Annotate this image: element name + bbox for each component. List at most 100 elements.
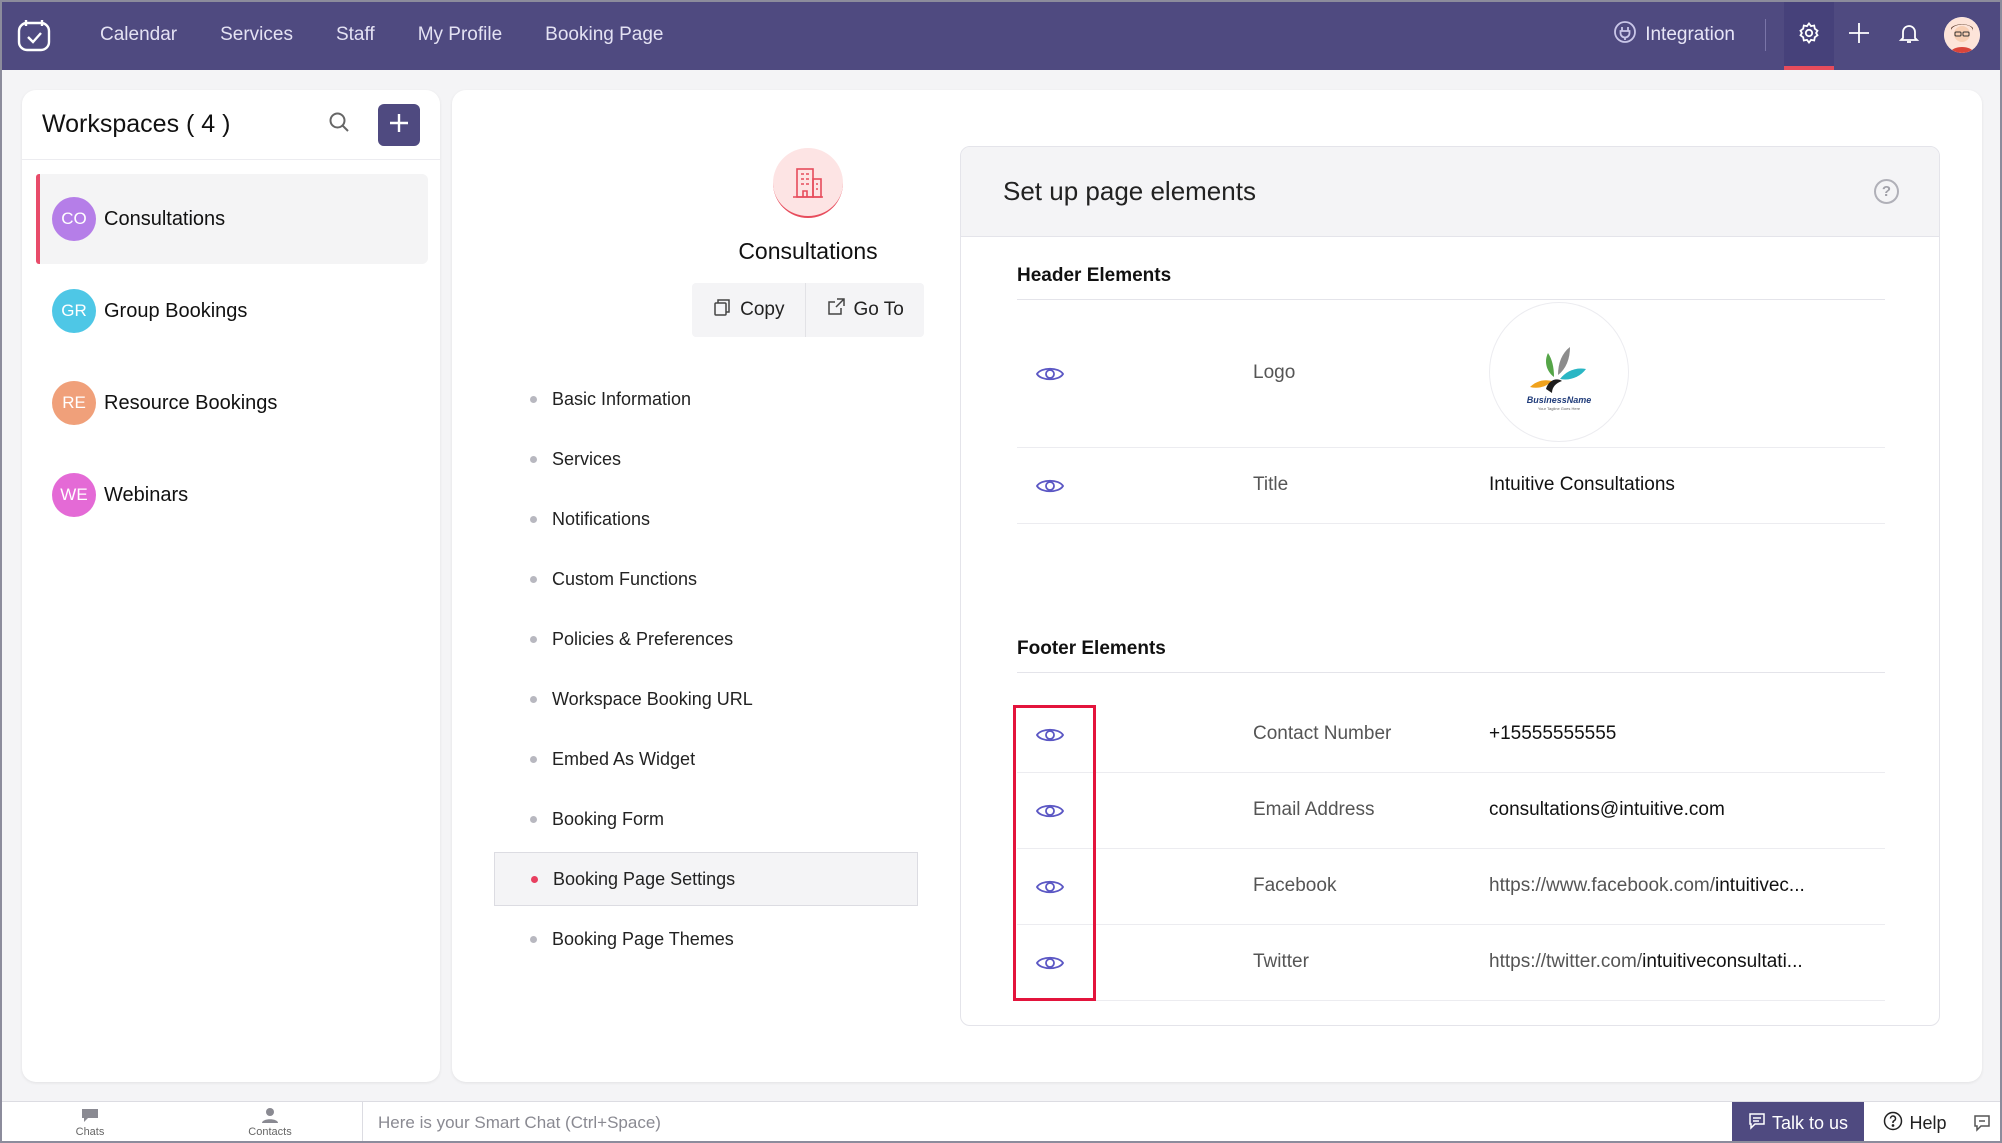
- copy-button[interactable]: Copy: [692, 283, 804, 337]
- app-calendar-logo-icon[interactable]: [16, 17, 52, 53]
- eye-visibility-toggle[interactable]: [1035, 725, 1065, 745]
- plus-icon: [388, 108, 410, 142]
- menu-label: Basic Information: [552, 388, 692, 409]
- field-label: Logo: [1253, 362, 1296, 383]
- integration-icon: [1613, 20, 1637, 50]
- bullet-dot: [530, 395, 537, 403]
- menu-booking-page-themes[interactable]: Booking Page Themes: [494, 912, 918, 966]
- settings-gear-button[interactable]: [1784, 0, 1834, 70]
- workspace-search-button[interactable]: [324, 110, 354, 140]
- topbar-divider: [1765, 19, 1766, 51]
- workspace-header: Consultations Copy Go To: [628, 148, 988, 337]
- workspace-item-consultations[interactable]: CO Consultations: [36, 174, 428, 264]
- notifications-button[interactable]: [1884, 0, 1934, 70]
- help-button[interactable]: Help: [1870, 1102, 1960, 1143]
- menu-label: Workspace Booking URL: [552, 688, 753, 709]
- footer-row-facebook: Facebook https://www.facebook.com/intuit…: [1017, 849, 1885, 925]
- help-question-icon[interactable]: ?: [1874, 179, 1899, 204]
- menu-label: Booking Page Settings: [553, 868, 736, 889]
- footer-row-email-address: Email Address consultations@intuitive.co…: [1017, 773, 1885, 849]
- menu-label: Embed As Widget: [552, 748, 696, 769]
- bullet-dot: [530, 575, 537, 583]
- footer-row-twitter: Twitter https://twitter.com/intuitivecon…: [1017, 925, 1885, 1001]
- menu-custom-functions[interactable]: Custom Functions: [494, 552, 918, 606]
- bullet-dot: [530, 755, 537, 763]
- external-link-icon: [826, 297, 846, 323]
- header-row-logo: Logo BusinessName Your Tagline Goes Here: [1017, 300, 1885, 448]
- nav-calendar[interactable]: Calendar: [100, 24, 177, 46]
- workspace-name: Resource Bookings: [104, 391, 278, 414]
- menu-label: Booking Form: [552, 808, 665, 829]
- eye-visibility-toggle[interactable]: [1035, 801, 1065, 821]
- nav-staff[interactable]: Staff: [336, 24, 375, 46]
- header-elements-title: Header Elements: [1017, 265, 1172, 286]
- menu-basic-information[interactable]: Basic Information: [494, 372, 918, 426]
- setup-card-header: Set up page elements ?: [961, 147, 1939, 237]
- field-value: https://www.facebook.com/intuitivec...: [1489, 875, 1805, 897]
- gear-icon: [1797, 21, 1821, 50]
- logo-brand-text: BusinessName: [1527, 395, 1592, 405]
- chats-label: Chats: [75, 1126, 105, 1138]
- copy-icon: [712, 297, 732, 323]
- top-navigation-bar: Calendar Services Staff My Profile Booki…: [0, 0, 2002, 70]
- field-label: Contact Number: [1253, 723, 1392, 744]
- eye-visibility-toggle[interactable]: [1035, 877, 1065, 897]
- bullet-dot: [530, 455, 537, 463]
- business-logo-image: BusinessName Your Tagline Goes Here: [1489, 302, 1629, 442]
- footer-row-contact-number: Contact Number +15555555555: [1017, 697, 1885, 773]
- go-to-label: Go To: [853, 299, 904, 320]
- logo-tagline-text: Your Tagline Goes Here: [1538, 406, 1581, 411]
- settings-menu: Basic Information Services Notifications…: [494, 372, 918, 972]
- field-value: https://twitter.com/intuitiveconsultati.…: [1489, 951, 1803, 973]
- menu-booking-form[interactable]: Booking Form: [494, 792, 918, 846]
- field-value: consultations@intuitive.com: [1489, 799, 1725, 820]
- section-divider: [1017, 672, 1885, 673]
- nav-my-profile[interactable]: My Profile: [418, 24, 502, 46]
- contacts-label: Contacts: [248, 1126, 292, 1138]
- bullet-dot: [530, 635, 537, 643]
- workspace-item-webinars[interactable]: WE Webinars: [36, 450, 428, 540]
- menu-label: Notifications: [552, 508, 651, 529]
- building-icon: [773, 148, 843, 218]
- menu-notifications[interactable]: Notifications: [494, 492, 918, 546]
- setup-page-elements-card: Set up page elements ? Header Elements L…: [960, 146, 1940, 1026]
- nav-booking-page[interactable]: Booking Page: [545, 24, 663, 46]
- eye-visibility-toggle[interactable]: [1035, 476, 1065, 496]
- go-to-button[interactable]: Go To: [804, 283, 924, 337]
- search-icon: [327, 110, 351, 139]
- url-prefix: https://twitter.com/: [1489, 951, 1643, 972]
- eye-visibility-toggle[interactable]: [1035, 364, 1065, 384]
- copy-label: Copy: [740, 299, 785, 320]
- menu-services[interactable]: Services: [494, 432, 918, 486]
- menu-policies-preferences[interactable]: Policies & Preferences: [494, 612, 918, 666]
- eye-visibility-toggle[interactable]: [1035, 953, 1065, 973]
- user-avatar[interactable]: [1944, 17, 1980, 53]
- menu-label: Services: [552, 448, 622, 469]
- menu-label: Booking Page Themes: [552, 928, 734, 949]
- menu-workspace-booking-url[interactable]: Workspace Booking URL: [494, 672, 918, 726]
- setup-title: Set up page elements: [1003, 176, 1256, 206]
- menu-embed-as-widget[interactable]: Embed As Widget: [494, 732, 918, 786]
- chat-bubble-icon: [80, 1107, 100, 1126]
- contacts-tab[interactable]: Contacts: [180, 1102, 360, 1143]
- workspace-item-resource-bookings[interactable]: RE Resource Bookings: [36, 358, 428, 448]
- header-row-title: Title Intuitive Consultations: [1017, 448, 1885, 524]
- integration-link[interactable]: Integration: [1613, 20, 1735, 50]
- topbar-actions: Integration: [1613, 0, 2002, 70]
- bullet-dot: [530, 935, 537, 943]
- menu-booking-page-settings[interactable]: Booking Page Settings: [494, 852, 918, 906]
- menu-label: Custom Functions: [552, 568, 698, 589]
- workspace-name: Webinars: [104, 483, 189, 506]
- talk-to-us-button[interactable]: Talk to us: [1732, 1102, 1864, 1143]
- add-workspace-button[interactable]: [378, 103, 420, 146]
- bullet-dot: [530, 515, 537, 523]
- nav-services[interactable]: Services: [220, 24, 293, 46]
- field-value: Intuitive Consultations: [1489, 474, 1675, 495]
- field-label: Twitter: [1253, 951, 1309, 972]
- workspace-item-group-bookings[interactable]: GR Group Bookings: [36, 266, 428, 356]
- add-new-button[interactable]: [1834, 0, 1884, 70]
- bullet-dot: [530, 815, 537, 823]
- smart-chat-input[interactable]: Here is your Smart Chat (Ctrl+Space): [362, 1102, 1732, 1143]
- chats-tab[interactable]: Chats: [0, 1102, 180, 1143]
- support-chat-icon[interactable]: [1962, 1102, 2002, 1143]
